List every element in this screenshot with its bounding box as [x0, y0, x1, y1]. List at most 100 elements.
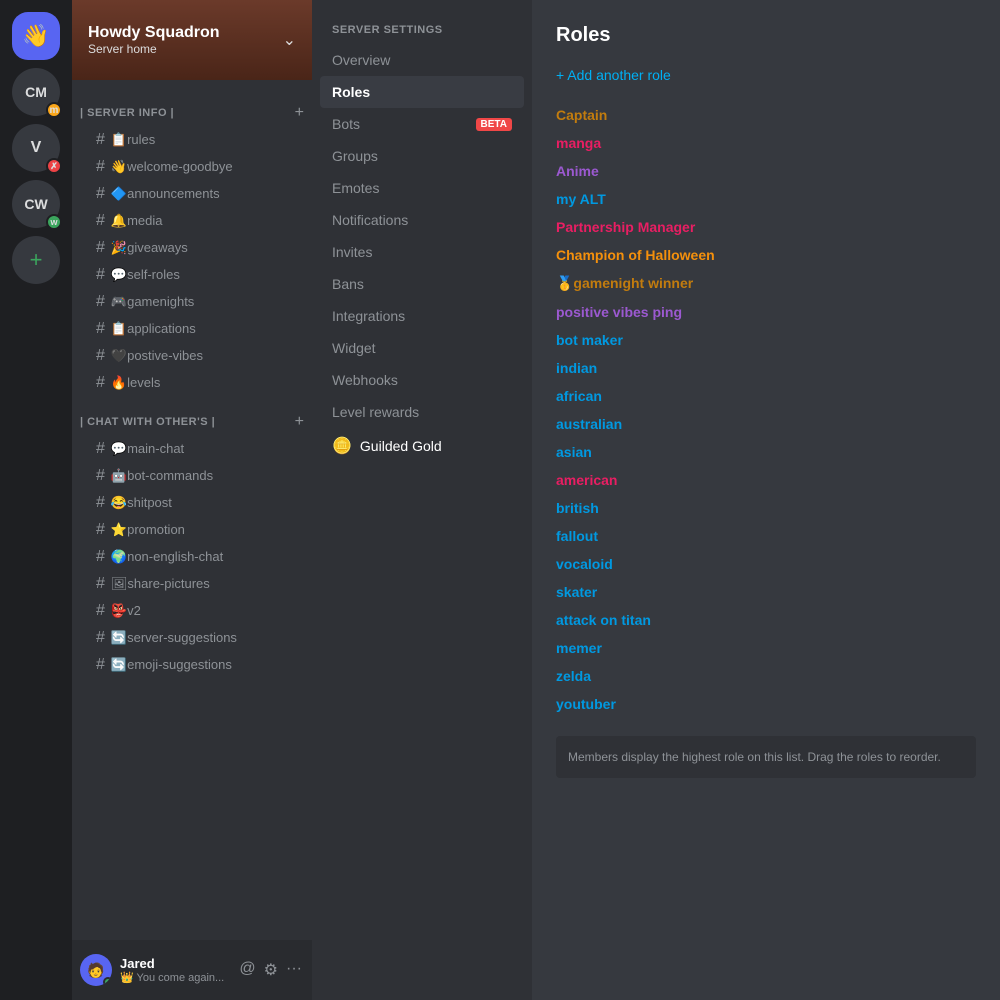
server-header-info: Howdy Squadron Server home: [88, 24, 220, 56]
role-positive-vibes-ping[interactable]: positive vibes ping: [556, 300, 976, 324]
channel-bot-commands[interactable]: # 🤖bot-commands: [80, 463, 304, 489]
hash-icon: #: [96, 467, 105, 485]
settings-nav-emotes[interactable]: Emotes: [320, 172, 524, 204]
channel-main-chat[interactable]: # 💬main-chat: [80, 436, 304, 462]
channel-v2-name: 👺v2: [111, 603, 141, 619]
avatar: 🧑: [80, 954, 112, 986]
add-server-button[interactable]: +: [12, 236, 60, 284]
settings-nav-webhooks[interactable]: Webhooks: [320, 364, 524, 396]
settings-nav-level-rewards[interactable]: Level rewards: [320, 396, 524, 428]
hash-icon: #: [96, 494, 105, 512]
status-dot: [103, 977, 112, 986]
settings-nav-groups[interactable]: Groups: [320, 140, 524, 172]
role-my-alt[interactable]: my ALT: [556, 187, 976, 211]
add-role-button[interactable]: + Add another role: [556, 63, 976, 87]
channel-self-roles[interactable]: # 💬self-roles: [80, 262, 304, 288]
main-server-emoji: 👋: [22, 23, 49, 49]
channel-levels[interactable]: # 🔥levels: [80, 370, 304, 396]
username: Jared: [120, 956, 229, 971]
channel-v2[interactable]: # 👺v2: [80, 598, 304, 624]
role-manga[interactable]: manga: [556, 131, 976, 155]
role-british[interactable]: british: [556, 496, 976, 520]
role-american[interactable]: american: [556, 468, 976, 492]
settings-nav-overview[interactable]: Overview: [320, 44, 524, 76]
role-captain[interactable]: Captain: [556, 103, 976, 127]
settings-nav-roles[interactable]: Roles: [320, 76, 524, 108]
server-header-chevron: ⌄: [283, 30, 296, 50]
role-zelda[interactable]: zelda: [556, 664, 976, 688]
server-icon-cw[interactable]: CW w: [12, 180, 60, 228]
channel-promotion-name: ⭐promotion: [111, 522, 185, 538]
channel-main-chat-name: 💬main-chat: [111, 441, 184, 457]
category-server-info[interactable]: | Server Info | +: [72, 88, 312, 126]
badge-cm: m: [46, 102, 62, 118]
role-fallout[interactable]: fallout: [556, 524, 976, 548]
channel-gamenights-name: 🎮gamenights: [111, 294, 194, 310]
role-asian[interactable]: asian: [556, 440, 976, 464]
role-australian[interactable]: australian: [556, 412, 976, 436]
channel-media-name: 🔔media: [111, 213, 163, 229]
channel-promotion[interactable]: # ⭐promotion: [80, 517, 304, 543]
role-memer[interactable]: memer: [556, 636, 976, 660]
channel-non-english[interactable]: # 🌍non-english-chat: [80, 544, 304, 570]
settings-nav-header: Server settings: [320, 16, 524, 44]
server-subtitle: Server home: [88, 42, 220, 56]
role-bot-maker[interactable]: bot maker: [556, 328, 976, 352]
channel-share-pictures[interactable]: # 🖼share-pictures: [80, 571, 304, 597]
settings-nav-bans[interactable]: Bans: [320, 268, 524, 300]
channel-emoji-suggestions[interactable]: # 🔄emoji-suggestions: [80, 652, 304, 678]
role-youtuber[interactable]: youtuber: [556, 692, 976, 716]
hash-icon: #: [96, 548, 105, 566]
role-partnership-manager[interactable]: Partnership Manager: [556, 215, 976, 239]
server-icon-v[interactable]: V ✗: [12, 124, 60, 172]
user-actions: @ ⚙ ···: [237, 958, 304, 982]
role-anime[interactable]: Anime: [556, 159, 976, 183]
channel-postive-vibes[interactable]: # 🖤postive-vibes: [80, 343, 304, 369]
category-server-info-add[interactable]: +: [295, 104, 304, 122]
settings-nav-invites[interactable]: Invites: [320, 236, 524, 268]
server-header[interactable]: Howdy Squadron Server home ⌄: [72, 0, 312, 80]
channel-shitpost[interactable]: # 😂shitpost: [80, 490, 304, 516]
channel-share-pictures-name: 🖼share-pictures: [111, 576, 210, 592]
server-icon-cm[interactable]: CM m: [12, 68, 60, 116]
channel-rules[interactable]: # 📋rules: [80, 127, 304, 153]
channel-announcements[interactable]: # 🔷announcements: [80, 181, 304, 207]
channel-rules-name: 📋rules: [111, 132, 155, 148]
settings-nav-integrations[interactable]: Integrations: [320, 300, 524, 332]
channel-applications-name: 📋applications: [111, 321, 196, 337]
settings-nav-guilded-gold[interactable]: 🪙 Guilded Gold: [320, 428, 524, 464]
channel-welcome[interactable]: # 👋welcome-goodbye: [80, 154, 304, 180]
role-champion-halloween[interactable]: Champion of Halloween: [556, 243, 976, 267]
channel-giveaways[interactable]: # 🎉giveaways: [80, 235, 304, 261]
main-server-icon[interactable]: 👋: [12, 12, 60, 60]
settings-nav-widget[interactable]: Widget: [320, 332, 524, 364]
channel-gamenights[interactable]: # 🎮gamenights: [80, 289, 304, 315]
role-vocaloid[interactable]: vocaloid: [556, 552, 976, 576]
category-chat-others[interactable]: | Chat With other's | +: [72, 397, 312, 435]
category-chat-others-label: | Chat With other's |: [80, 416, 215, 428]
hash-icon: #: [96, 185, 105, 203]
channel-server-suggestions[interactable]: # 🔄server-suggestions: [80, 625, 304, 651]
role-skater[interactable]: skater: [556, 580, 976, 604]
role-african[interactable]: african: [556, 384, 976, 408]
mention-button[interactable]: @: [237, 958, 257, 982]
settings-nav-bots[interactable]: Bots BETA: [320, 108, 524, 140]
hash-icon: #: [96, 320, 105, 338]
channels-list: | Server Info | + # 📋rules # 👋welcome-go…: [72, 80, 312, 940]
channel-applications[interactable]: # 📋applications: [80, 316, 304, 342]
settings-button[interactable]: ⚙: [262, 958, 280, 982]
roles-panel: Roles + Add another role Captain manga A…: [532, 0, 1000, 1000]
role-attack-on-titan[interactable]: attack on titan: [556, 608, 976, 632]
category-chat-others-add[interactable]: +: [295, 413, 304, 431]
channel-emoji-suggestions-name: 🔄emoji-suggestions: [111, 657, 232, 673]
hash-icon: #: [96, 629, 105, 647]
role-gamenight-winner[interactable]: 🥇gamenight winner: [556, 271, 976, 296]
more-button[interactable]: ···: [284, 958, 304, 982]
channel-self-roles-name: 💬self-roles: [111, 267, 180, 283]
server-name: Howdy Squadron: [88, 24, 220, 42]
channel-media[interactable]: # 🔔media: [80, 208, 304, 234]
roles-list: Captain manga Anime my ALT Partnership M…: [556, 103, 976, 716]
settings-nav-notifications[interactable]: Notifications: [320, 204, 524, 236]
role-indian[interactable]: indian: [556, 356, 976, 380]
beta-badge: BETA: [476, 118, 512, 131]
